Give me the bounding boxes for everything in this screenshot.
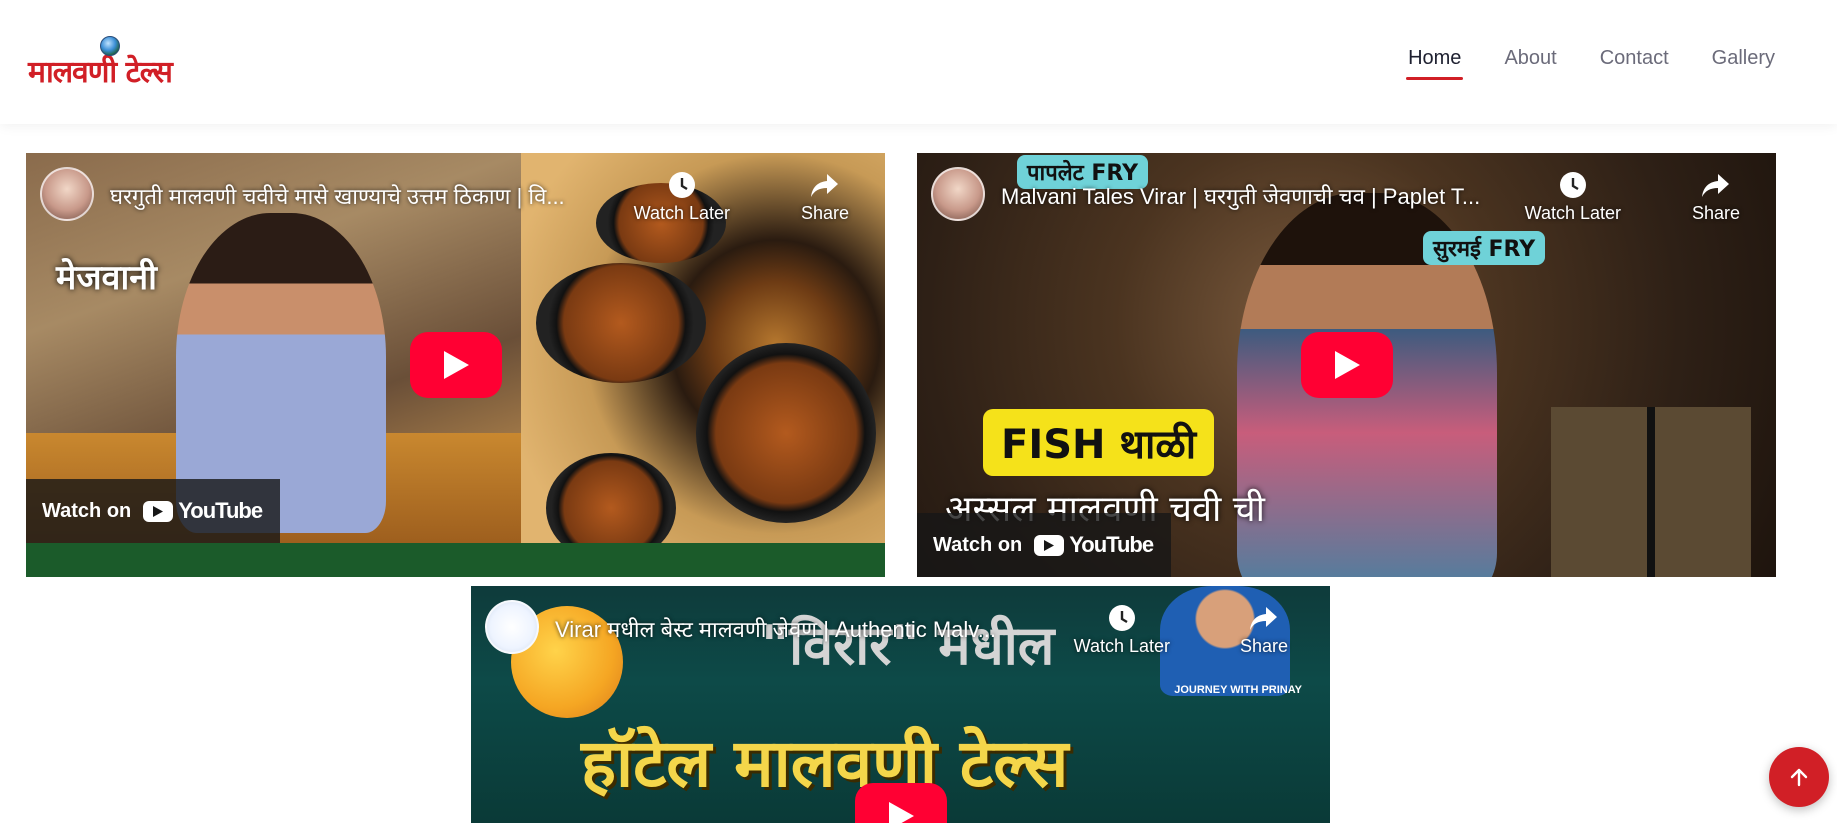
play-icon [1334,351,1360,379]
thumbnail-title: हॉटेल मालवणी टेल्स [581,725,1069,802]
play-icon [888,802,914,823]
nav-about[interactable]: About [1504,48,1556,80]
clock-icon [1559,172,1586,198]
site-logo[interactable]: मालवणी टेल्स [28,36,173,90]
watch-later-label: Watch Later [1073,636,1170,656]
share-button[interactable]: Share [1692,171,1740,224]
clock-icon [1108,605,1135,631]
share-label: Share [1239,636,1288,656]
nav-gallery[interactable]: Gallery [1712,48,1775,80]
youtube-play-icon [1034,534,1065,556]
youtube-play-icon [143,500,174,522]
youtube-logo: YouTube [1034,532,1154,558]
channel-avatar[interactable] [931,167,985,221]
clock-icon [668,172,695,198]
watch-later-button[interactable]: Watch Later [634,171,730,224]
thumbnail-tag: सुरमई FRY [1423,231,1546,265]
share-arrow-icon [1701,174,1729,197]
play-icon [443,351,469,379]
watch-later-button[interactable]: Watch Later [1525,171,1621,224]
share-button[interactable]: Share [1240,604,1288,657]
site-header: मालवणी टेल्स Home About Contact Gallery [0,0,1837,124]
thumbnail-tag: FISH थाळी [983,409,1215,476]
watch-on-youtube[interactable]: Watch on YouTube [917,513,1172,577]
video-embed-1[interactable]: मेजवानी घरगुती मालवणी चवीचे मासे खाण्याच… [26,153,885,577]
video-embed-2[interactable]: पापलेट FRY सुरमई FRY FISH थाळी अस्सल माल… [917,153,1776,577]
nav-home[interactable]: Home [1406,48,1464,80]
watch-on-youtube[interactable]: Watch on YouTube [26,479,281,543]
share-arrow-icon [1249,607,1277,630]
watch-later-button[interactable]: Watch Later [1074,604,1170,657]
channel-avatar[interactable] [485,600,539,654]
back-to-top-button[interactable] [1769,747,1829,807]
play-button[interactable] [1300,332,1393,398]
share-label: Share [1691,203,1740,223]
nav-contact[interactable]: Contact [1600,48,1669,80]
watch-on-label: Watch on [42,499,132,522]
video-title[interactable]: Virar मधील बेस्ट मालवणी जेवण | Authentic… [555,614,996,644]
channel-avatar[interactable] [40,167,94,221]
watch-later-label: Watch Later [633,203,730,223]
youtube-logo: YouTube [143,498,263,524]
arrow-up-icon [1790,768,1808,787]
video-title[interactable]: घरगुती मालवणी चवीचे मासे खाण्याचे उत्तम … [110,181,565,211]
video-title[interactable]: Malvani Tales Virar | घरगुती जेवणाची चव … [1001,181,1480,211]
thumbnail-brand: JOURNEY WITH PRINAY [1174,684,1302,696]
video-embed-3[interactable]: "विरार" मधील JOURNEY WITH PRINAY हॉटेल म… [471,586,1330,823]
watch-on-label: Watch on [933,533,1023,556]
play-button[interactable] [409,332,502,398]
play-button[interactable] [854,783,947,823]
share-label: Share [800,203,849,223]
share-button[interactable]: Share [801,171,849,224]
thumbnail-caption: मेजवानी [56,258,157,298]
logo-text: मालवणी टेल्स [28,55,173,90]
logo-globe-icon [100,36,120,56]
main-nav: Home About Contact Gallery [1406,48,1775,80]
share-arrow-icon [810,174,838,197]
watch-later-label: Watch Later [1524,203,1621,223]
